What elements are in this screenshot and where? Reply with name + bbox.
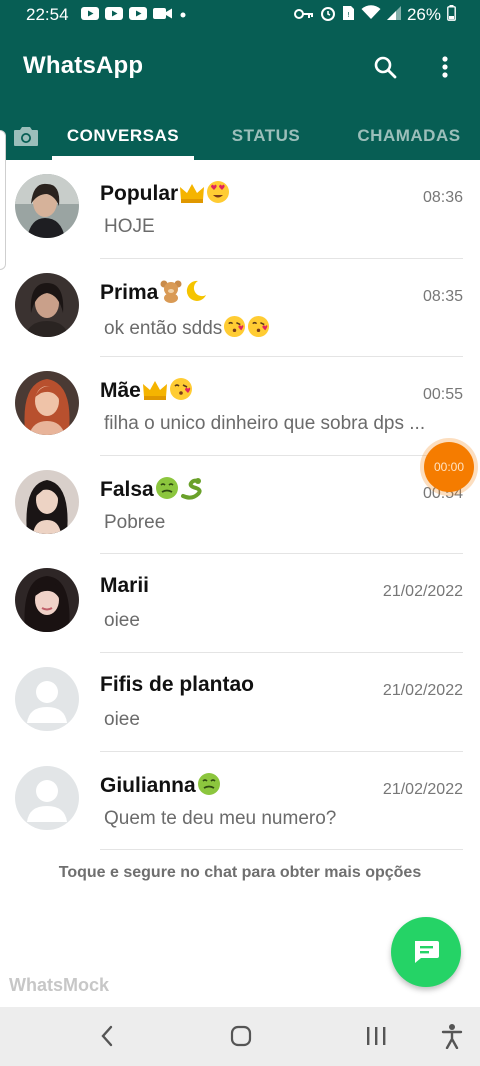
chat-name: Popular [100,180,230,210]
key-icon [293,5,314,25]
svg-text:!: ! [347,11,350,19]
recents-button[interactable] [361,1021,391,1051]
status-time: 22:54 [26,5,69,24]
chat-last-message: Pobree [104,511,166,533]
home-button[interactable] [226,1021,256,1051]
home-icon [230,1025,252,1047]
crescent-moon-emoji [184,279,208,309]
app-title: WhatsApp [23,52,144,79]
avatar-default[interactable] [15,666,79,731]
hint-text: Toque e segure no chat para obter mais o… [58,864,422,881]
alarm-icon [320,5,336,26]
default-avatar-icon [15,666,79,731]
chat-last-message: filha o unico dinheiro que sobra dps ... [104,413,426,435]
chat-time: 21/02/2022 [382,681,463,699]
chat-time: 00:55 [422,386,463,404]
more-options-button[interactable] [430,52,460,82]
chat-last-message: Quem te deu meu numero? [104,807,337,829]
watermark: WhatsMock [9,975,110,995]
avatar[interactable] [15,371,79,436]
chat-item[interactable]: Prima 08:35 ok então sdds [0,259,480,358]
chat-name: Giulianna [100,772,221,802]
camera-icon [14,127,38,146]
nauseated-face-emoji [155,476,179,506]
chat-name: Falsa [100,476,204,506]
youtube-icon [80,5,99,25]
sim-icon: ! [342,5,355,26]
app-bar: WhatsApp CONVERSAS STATUS CHAMADAS [0,30,480,160]
kiss-face-emoji [169,377,193,407]
more-vert-icon [442,56,448,78]
chat-name: Mãe [100,377,193,407]
chat-item[interactable]: Mãe 00:55 filha o unico dinheiro que sob… [0,357,480,456]
recording-timer-bubble[interactable]: 00:00 [424,442,474,492]
tab-camera[interactable] [0,112,52,160]
new-chat-button[interactable] [391,917,461,987]
avatar[interactable] [15,568,79,633]
youtube-icon [104,5,123,25]
chat-last-message: HOJE [104,216,155,237]
chat-list: Popular 08:36 HOJE Prima 08:35 ok então … [0,160,480,851]
navigation-bar [0,1007,480,1066]
chat-name: Fifis de plantao [100,672,255,696]
avatar-default[interactable] [15,765,79,830]
avatar[interactable] [15,272,79,337]
chat-time: 08:36 [422,189,463,206]
message-icon [415,941,439,963]
chat-last-message: ok então sdds [104,315,453,344]
snake-emoji [180,476,204,506]
chat-item[interactable]: Giulianna 21/02/2022 Quem te deu meu num… [0,752,480,851]
battery-icon [447,4,456,26]
chat-last-message: oiee [104,610,140,632]
tab-bar: CONVERSAS STATUS CHAMADAS [0,112,480,160]
status-bar: 22:54 ! 26% [0,0,480,30]
avatar[interactable] [15,469,79,534]
chat-time: 21/02/2022 [382,583,463,601]
chat-item[interactable]: Falsa 00:54 Pobree [0,456,480,555]
accessibility-icon [441,1024,463,1049]
edge-panel-handle[interactable] [0,130,6,270]
crown-emoji [179,182,205,210]
chat-name: Marii [100,574,150,598]
battery-percent: 26% [406,5,441,24]
signal-icon [386,5,401,25]
search-button[interactable] [370,52,400,82]
avatar[interactable] [15,174,79,238]
video-icon [152,5,172,25]
dot-icon [178,5,188,25]
recents-icon [367,1027,386,1045]
back-button[interactable] [92,1021,122,1051]
tab-chamadas[interactable]: CHAMADAS [338,112,480,160]
tab-status[interactable]: STATUS [194,112,338,160]
chat-item[interactable]: Popular 08:36 HOJE [0,160,480,259]
nauseated-face-emoji [197,772,221,802]
chat-last-message: oiee [104,708,140,730]
heart-eyes-emoji [206,180,230,210]
chat-item[interactable]: Marii 21/02/2022 oiee [0,554,480,653]
chat-item[interactable]: Fifis de plantao 21/02/2022 oiee [0,653,480,752]
wifi-icon [361,5,381,25]
back-icon [101,1025,113,1047]
chat-name: Prima [100,279,208,309]
search-icon [374,56,397,79]
crown-emoji [142,379,168,407]
accessibility-button[interactable] [437,1021,467,1051]
kiss-face-emoji [223,315,246,344]
chat-time: 21/02/2022 [382,780,463,798]
youtube-icon [128,5,147,25]
kiss-face-emoji [247,315,270,344]
chat-time: 08:35 [422,287,463,305]
teddy-bear-emoji [159,279,183,309]
default-avatar-icon [15,765,79,830]
tab-conversas[interactable]: CONVERSAS [52,112,194,160]
